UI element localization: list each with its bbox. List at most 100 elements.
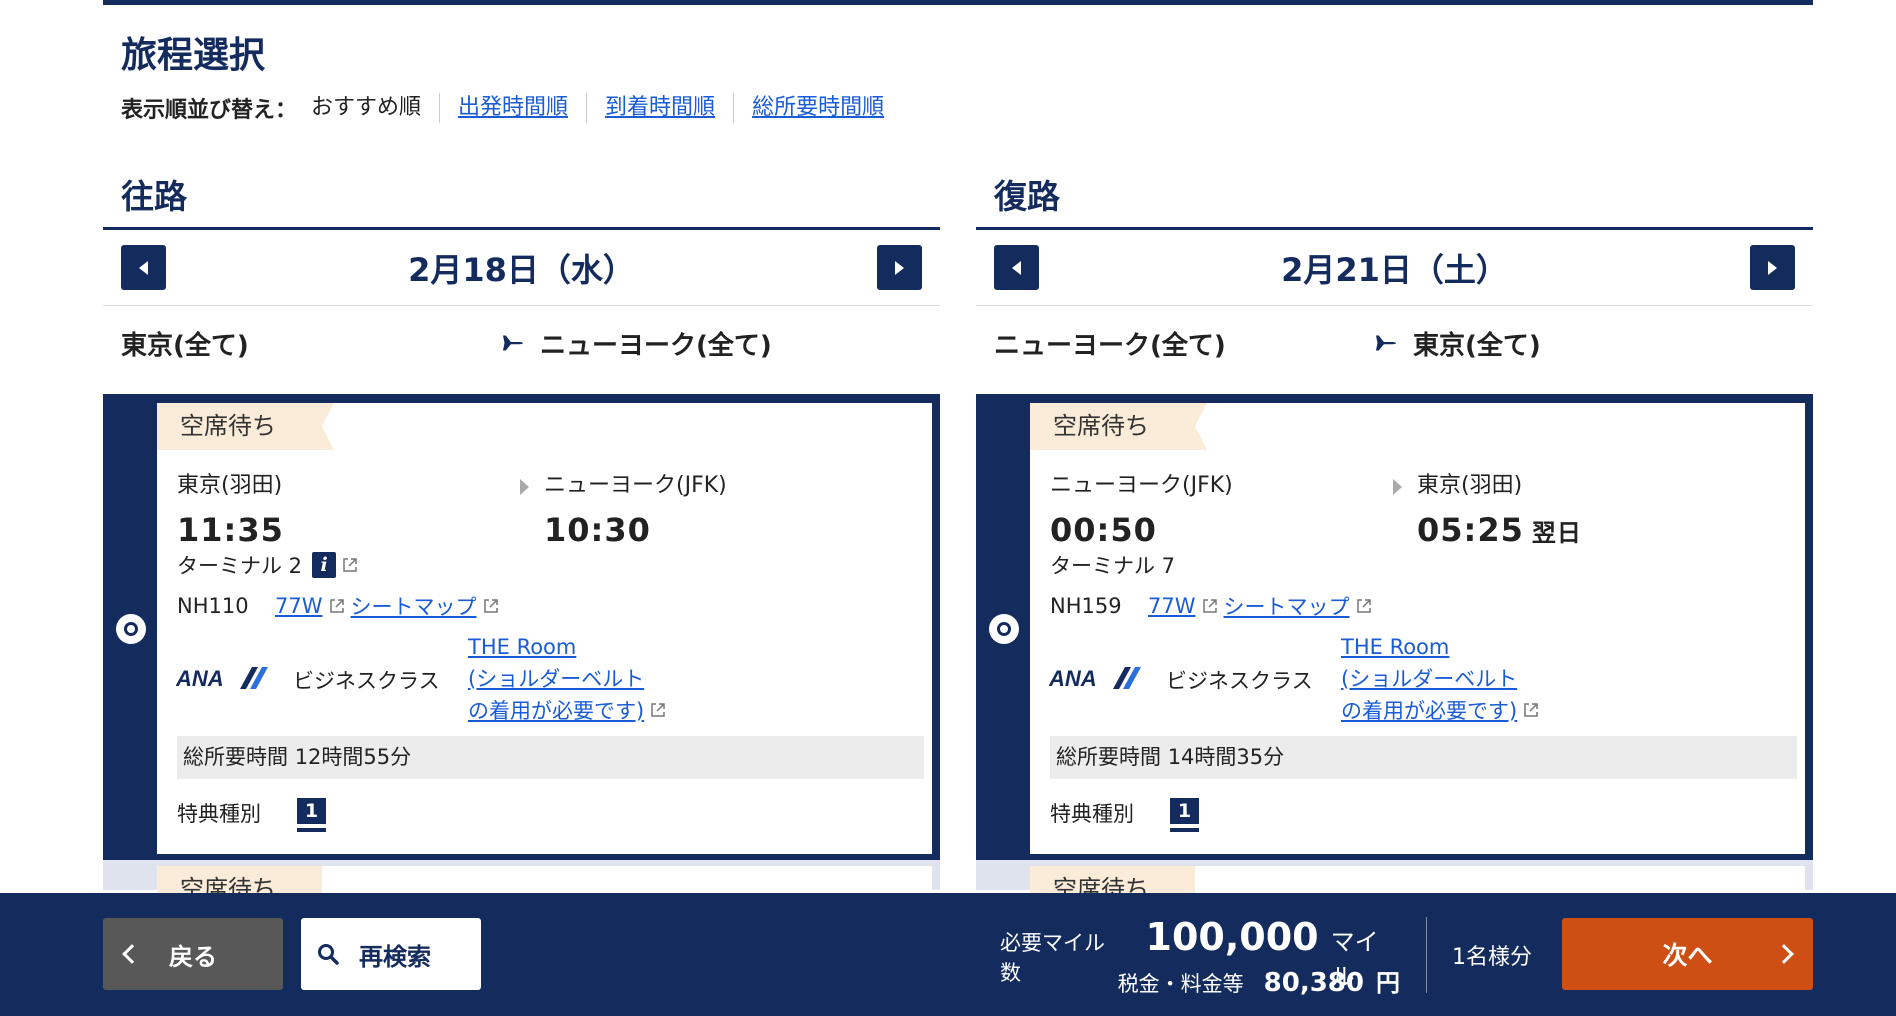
return-route-to: 東京(全て): [1413, 330, 1541, 361]
sort-total-duration[interactable]: 総所要時間順: [733, 93, 902, 123]
seat-info-link[interactable]: THE Room (ショルダーベルト の着用が必要です): [468, 631, 666, 727]
return-select-radio[interactable]: [989, 614, 1019, 644]
ana-logo: ANA: [1049, 666, 1141, 691]
return-route-to-wrap: 東京(全て): [1371, 325, 1541, 362]
ana-logo-text: ANA: [1049, 666, 1097, 691]
prev-arrow-icon: [139, 260, 148, 275]
arrow-right-icon: [1393, 479, 1402, 495]
terminal-label: ターミナル 2: [177, 554, 303, 578]
departure-time: 11:35: [177, 511, 284, 549]
seat-info-line-1: THE Room: [468, 635, 577, 659]
outbound-route-to-wrap: ニューヨーク(全て): [498, 325, 772, 362]
seatmap-link[interactable]: シートマップ: [1224, 591, 1350, 621]
aircraft-link[interactable]: 77W: [275, 594, 323, 618]
seatmap-link[interactable]: シートマップ: [351, 591, 477, 621]
miles-value: 100,000: [1145, 915, 1319, 959]
duration-value: 14時間35分: [1167, 745, 1285, 769]
next-label: 次へ: [1662, 941, 1713, 970]
arrival-time-wrap: 10:30: [544, 511, 727, 549]
tax-value: 80,380: [1263, 968, 1364, 998]
footer-divider: [1426, 917, 1427, 993]
search-icon: [318, 944, 339, 965]
cabin-class: ビジネスクラス: [1166, 669, 1313, 693]
flight-number: NH110: [177, 594, 249, 618]
external-link-icon: [651, 703, 665, 717]
external-link-icon: [1202, 599, 1217, 613]
duration-label: 総所要時間: [1056, 745, 1161, 769]
outbound-select-radio[interactable]: [116, 614, 146, 644]
terminal-label: ターミナル 7: [1050, 554, 1176, 578]
research-button[interactable]: 再検索: [301, 918, 481, 990]
outbound-flight-option[interactable]: 空席待ち 東京(羽田) 11:35 ニューヨーク(JFK) 10:30 ターミナ…: [103, 394, 940, 864]
outbound-route-from: 東京(全て): [121, 330, 249, 361]
back-button[interactable]: 戻る: [103, 918, 283, 990]
arrival-time: 05:25: [1417, 511, 1524, 549]
departure-city: ニューヨーク(JFK): [1050, 473, 1233, 498]
seat-info-line-3: の着用が必要です): [468, 699, 645, 723]
departure-info: ニューヨーク(JFK) 00:50: [1050, 471, 1233, 549]
chevron-right-icon: [1774, 944, 1794, 964]
award-type-label: 特典種別: [1050, 802, 1134, 826]
seat-info-line-2: (ショルダーベルト: [468, 667, 645, 691]
return-prev-day-button[interactable]: [994, 245, 1039, 290]
seat-info-line-3: の着用が必要です): [1341, 699, 1518, 723]
outbound-flight-card: 空席待ち 東京(羽田) 11:35 ニューヨーク(JFK) 10:30 ターミナ…: [157, 403, 932, 854]
sort-bar: 表示順並び替え： おすすめ順 出発時間順 到着時間順 総所要時間順: [121, 92, 902, 124]
outbound-route-to: ニューヨーク(全て): [540, 330, 772, 361]
outbound-next-day-button[interactable]: [877, 245, 922, 290]
research-label: 再検索: [359, 942, 431, 971]
external-link-icon: [483, 599, 498, 613]
return-route-from: ニューヨーク(全て): [994, 330, 1226, 361]
flight-number: NH159: [1050, 594, 1122, 618]
arrival-city: 東京(羽田): [1417, 473, 1523, 498]
arrival-time-wrap: 05:25 翌日: [1417, 511, 1582, 549]
return-flight-option[interactable]: 空席待ち ニューヨーク(JFK) 00:50 東京(羽田) 05:25 翌日 ター…: [976, 394, 1813, 864]
award-type-badge: 1: [1170, 798, 1199, 828]
seat-info-line-2: (ショルダーベルト: [1341, 667, 1518, 691]
miles-label: 必要マイル数: [1000, 931, 1105, 985]
return-next-day-button[interactable]: [1750, 245, 1795, 290]
top-border: [103, 0, 1813, 5]
plane-icon: [500, 335, 523, 351]
external-link-icon: [1524, 703, 1538, 717]
duration-value: 12時間55分: [294, 745, 412, 769]
tax-unit: 円: [1376, 969, 1400, 997]
return-route: ニューヨーク(全て) 東京(全て): [976, 306, 1813, 380]
next-day-note: 翌日: [1531, 519, 1582, 547]
arrival-time: 10:30: [544, 511, 651, 549]
terminal-info: ターミナル 7: [1050, 550, 1175, 580]
footer-bar: 戻る 再検索 必要マイル数 100,000 マイル 税金・料金等 80,380 …: [0, 893, 1896, 1016]
return-flight-card: 空席待ち ニューヨーク(JFK) 00:50 東京(羽田) 05:25 翌日 ター…: [1030, 403, 1805, 854]
departure-info: 東京(羽田) 11:35: [177, 471, 284, 549]
aircraft-link[interactable]: 77W: [1148, 594, 1196, 618]
plane-icon: [1373, 335, 1396, 351]
return-date-bar: 2月21日（土）: [976, 230, 1813, 306]
return-date: 2月21日（土）: [1281, 250, 1508, 289]
award-type-badge: 1: [297, 798, 326, 828]
ana-logo-text: ANA: [176, 666, 224, 691]
sort-arrival-time[interactable]: 到着時間順: [586, 93, 733, 123]
price-summary: 必要マイル数 100,000 マイル 税金・料金等 80,380 円: [1000, 915, 1400, 998]
flight-details: NH110 77W シートマップ: [177, 591, 499, 621]
arrival-info: ニューヨーク(JFK) 10:30: [520, 471, 727, 549]
sort-label: 表示順並び替え：: [121, 98, 298, 123]
next-button[interactable]: 次へ: [1562, 918, 1813, 990]
external-link-icon: [343, 558, 357, 572]
duration-label: 総所要時間: [183, 745, 288, 769]
award-type: 特典種別 1: [1050, 798, 1199, 828]
info-icon[interactable]: i: [312, 552, 337, 578]
page-title: 旅程選択: [121, 35, 266, 76]
outbound-prev-day-button[interactable]: [121, 245, 166, 290]
sort-departure-time[interactable]: 出発時間順: [439, 93, 586, 123]
return-column: 復路 2月21日（土） ニューヨーク(全て) 東京(全て) 空席待ち ニューヨー…: [976, 170, 1813, 864]
external-link-icon: [1356, 599, 1371, 613]
back-label: 戻る: [169, 942, 217, 971]
outbound-next-flight-option[interactable]: 空席待ち: [103, 860, 940, 906]
next-arrow-icon: [1768, 260, 1777, 275]
flight-details: NH159 77W シートマップ: [1050, 591, 1372, 621]
arrow-right-icon: [520, 479, 529, 495]
total-duration: 総所要時間 12時間55分: [177, 736, 924, 779]
return-next-flight-option[interactable]: 空席待ち: [976, 860, 1813, 906]
seat-info-line-1: THE Room: [1341, 635, 1450, 659]
seat-info-link[interactable]: THE Room (ショルダーベルト の着用が必要です): [1341, 631, 1539, 727]
